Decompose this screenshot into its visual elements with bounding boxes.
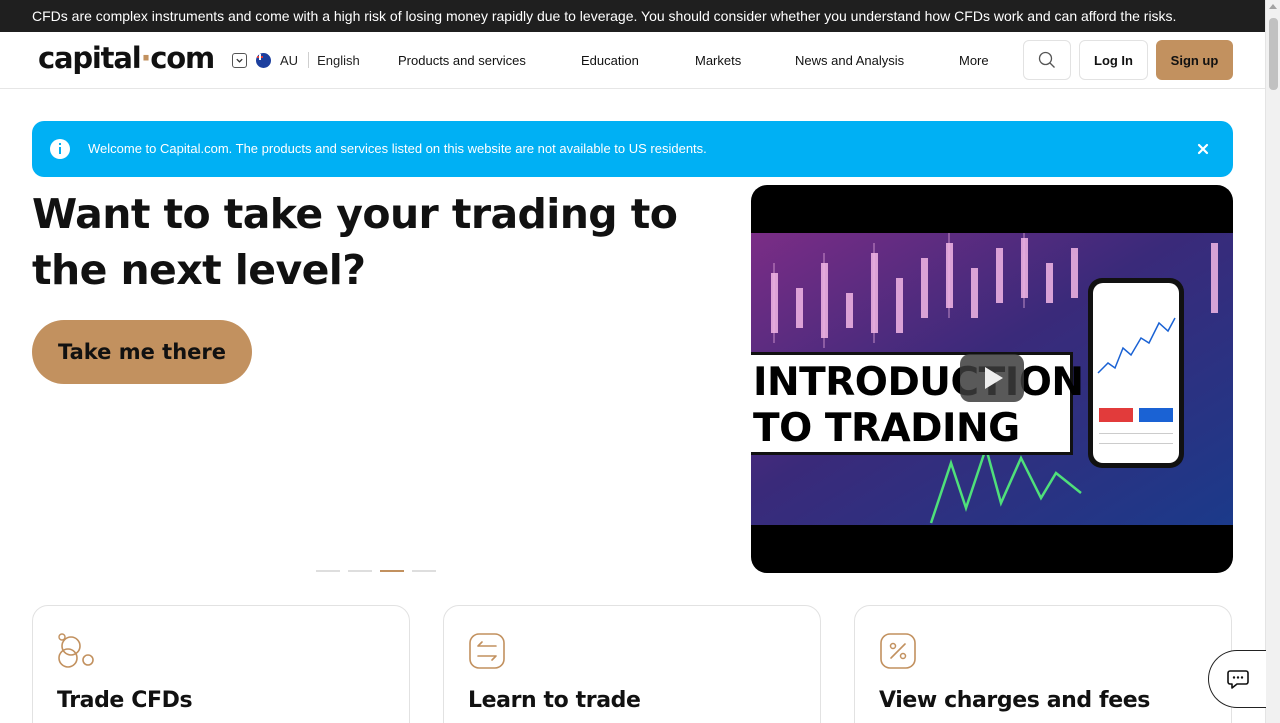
carousel-dot-4[interactable] — [412, 570, 436, 572]
australia-flag-icon — [256, 52, 271, 68]
signup-button[interactable]: Sign up — [1156, 40, 1233, 80]
region-code[interactable]: AU — [280, 53, 298, 68]
play-icon[interactable] — [960, 354, 1024, 402]
scroll-up-arrow[interactable] — [1269, 4, 1277, 9]
chat-icon — [1226, 670, 1249, 689]
exchange-arrows-icon — [469, 633, 505, 669]
risk-warning-text: CFDs are complex instruments and come wi… — [32, 8, 1177, 24]
search-icon — [1038, 51, 1055, 68]
close-icon[interactable] — [1195, 141, 1211, 157]
nav-markets[interactable]: Markets — [695, 53, 741, 68]
us-residents-notice: Welcome to Capital.com. The products and… — [32, 121, 1233, 177]
carousel-dot-1[interactable] — [316, 570, 340, 572]
chevron-down-icon[interactable] — [232, 52, 247, 68]
intro-video-player[interactable]: INTRODUCTION TO TRADING — [751, 185, 1233, 573]
hero-title: Want to take your trading to the next le… — [32, 190, 678, 294]
take-me-there-button[interactable]: Take me there — [32, 320, 252, 384]
language-label[interactable]: English — [317, 53, 360, 68]
percent-icon — [880, 633, 916, 669]
region-language-selector[interactable]: AU English — [232, 52, 360, 68]
risk-warning-bar: CFDs are complex instruments and come wi… — [0, 0, 1265, 32]
video-caption-line-2: TO TRADING — [753, 406, 1020, 451]
nav-news-analysis[interactable]: News and Analysis — [795, 53, 904, 68]
nav-more[interactable]: More — [959, 53, 989, 68]
card-title: Learn to trade — [468, 688, 641, 713]
notice-text: Welcome to Capital.com. The products and… — [88, 141, 707, 156]
search-button[interactable] — [1023, 40, 1071, 80]
chat-support-button[interactable] — [1208, 650, 1266, 708]
carousel-pagination — [316, 570, 436, 572]
carousel-dot-2[interactable] — [348, 570, 372, 572]
card-title: Trade CFDs — [57, 688, 193, 713]
card-charges-fees[interactable]: View charges and fees — [854, 605, 1232, 723]
login-button[interactable]: Log In — [1079, 40, 1148, 80]
coins-icon — [58, 633, 94, 668]
card-trade-cfds[interactable]: Trade CFDs — [32, 605, 410, 723]
phone-illustration — [1088, 278, 1184, 468]
card-learn-to-trade[interactable]: Learn to trade — [443, 605, 821, 723]
video-caption: INTRODUCTION TO TRADING — [751, 352, 1084, 455]
scrollbar-thumb[interactable] — [1269, 18, 1278, 90]
page-scrollbar[interactable] — [1265, 0, 1280, 723]
info-icon — [50, 139, 70, 159]
nav-products-services[interactable]: Products and services — [398, 53, 526, 68]
capital-com-logo[interactable]: capital·com — [38, 41, 215, 75]
nav-education[interactable]: Education — [581, 53, 639, 68]
carousel-dot-3-active[interactable] — [380, 570, 404, 572]
region-separator — [308, 52, 310, 68]
card-title: View charges and fees — [879, 688, 1150, 713]
site-header: capital·com AU English Products and serv… — [0, 32, 1265, 89]
